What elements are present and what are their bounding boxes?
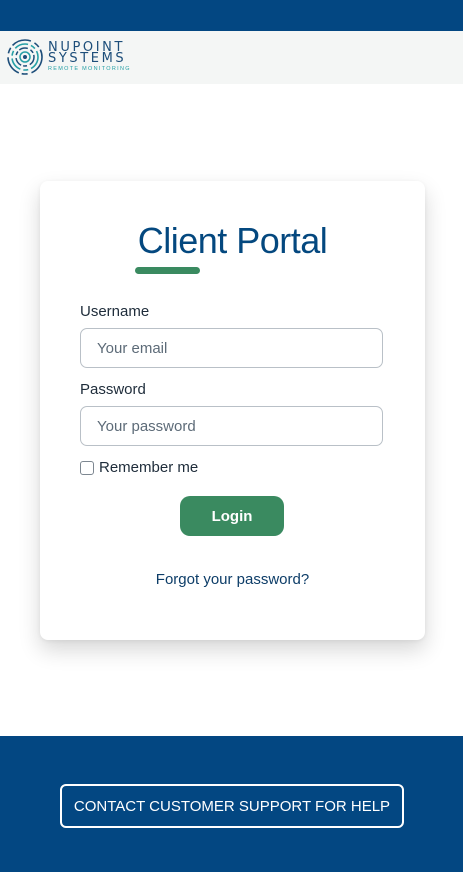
brand-wordmark: NUPOINT SYSTEMS REMOTE MONITORING xyxy=(48,41,131,73)
top-bar xyxy=(0,0,463,31)
password-input[interactable] xyxy=(80,406,383,446)
forgot-password-link[interactable]: Forgot your password? xyxy=(40,571,425,588)
page-title: Client Portal xyxy=(137,220,328,261)
title-underline xyxy=(135,267,200,274)
remember-me[interactable]: Remember me xyxy=(80,459,198,476)
remember-label: Remember me xyxy=(99,459,199,476)
login-card: Client Portal Username Password Remember… xyxy=(40,181,425,640)
contact-support-button[interactable]: CONTACT CUSTOMER SUPPORT FOR HELP xyxy=(60,784,404,828)
login-button[interactable]: Login xyxy=(180,496,284,536)
brand-logo[interactable]: NUPOINT SYSTEMS REMOTE MONITORING xyxy=(6,38,156,76)
site-header: NUPOINT SYSTEMS REMOTE MONITORING xyxy=(0,31,463,84)
password-label: Password xyxy=(80,381,146,398)
brand-name-line2: SYSTEMS xyxy=(48,50,127,66)
username-label: Username xyxy=(80,303,150,320)
site-footer: CONTACT CUSTOMER SUPPORT FOR HELP xyxy=(0,736,463,872)
brand-tagline: REMOTE MONITORING xyxy=(48,65,131,72)
nupoint-logo-icon xyxy=(7,39,43,75)
username-input[interactable] xyxy=(80,328,383,368)
remember-checkbox[interactable] xyxy=(80,460,94,475)
